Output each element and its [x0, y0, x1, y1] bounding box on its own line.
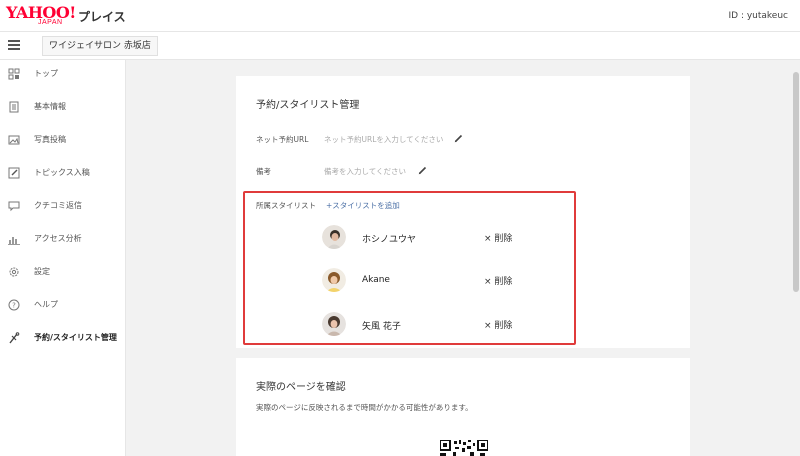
- sidebar-item-label: トップ: [34, 69, 58, 78]
- photo-icon: [8, 135, 20, 145]
- store-selector[interactable]: ワイジェイサロン 赤坂店: [42, 36, 158, 56]
- sidebar-item-label: 予約/スタイリスト管理: [34, 333, 117, 342]
- hamburger-icon[interactable]: [8, 40, 20, 50]
- sidebar: トップ 基本情報 写真投稿 トピックス入稿 クチコミ返信 アクセス分析 設定 ?…: [0, 60, 126, 456]
- bar-chart-icon: [8, 237, 20, 245]
- sidebar-item-label: クチコミ返信: [34, 201, 82, 210]
- sidebar-item-label: 設定: [34, 267, 50, 276]
- preview-title: 実際のページを確認: [256, 382, 346, 393]
- stylist-row: 矢風 花子 × 削除: [322, 312, 552, 342]
- chat-icon: [8, 201, 20, 212]
- stylist-name: Akane: [362, 275, 390, 285]
- svg-text:?: ?: [12, 302, 16, 310]
- sidebar-item-label: 基本情報: [34, 102, 66, 111]
- logo-japan-text: JAPAN: [38, 19, 63, 26]
- scissors-icon: [9, 332, 20, 344]
- sidebar-item-label: アクセス分析: [34, 234, 82, 243]
- sidebar-item-help[interactable]: ? ヘルプ: [0, 295, 126, 315]
- stylist-row: Akane × 削除: [322, 268, 552, 298]
- sidebar-item-label: ヘルプ: [34, 300, 58, 309]
- stylist-row: ホシノユウヤ × 削除: [322, 225, 552, 255]
- avatar: [322, 312, 346, 336]
- notes-field[interactable]: 備考を入力してください: [324, 166, 406, 177]
- logo-product-text: プレイス: [78, 10, 126, 24]
- reservation-url-label: ネット予約URL: [256, 135, 309, 144]
- sidebar-item-analytics[interactable]: アクセス分析: [0, 229, 126, 249]
- sidebar-item-label: トピックス入稿: [34, 168, 90, 177]
- avatar: [322, 225, 346, 249]
- dashboard-icon: [8, 68, 20, 80]
- edit-pencil-icon[interactable]: [418, 166, 427, 175]
- sidebar-item-topics[interactable]: トピックス入稿: [0, 163, 126, 183]
- sidebar-item-top[interactable]: トップ: [0, 64, 126, 84]
- stylist-name: 矢風 花子: [362, 322, 401, 332]
- edit-pencil-icon[interactable]: [454, 134, 463, 143]
- sidebar-item-basic-info[interactable]: 基本情報: [0, 97, 126, 117]
- sidebar-item-reviews[interactable]: クチコミ返信: [0, 196, 126, 216]
- notes-label: 備考: [256, 167, 271, 176]
- page-title: 予約/スタイリスト管理: [256, 100, 360, 111]
- sidebar-item-photo[interactable]: 写真投稿: [0, 130, 126, 150]
- delete-stylist-button[interactable]: × 削除: [484, 231, 512, 244]
- avatar: [322, 268, 346, 292]
- pencil-icon: [8, 167, 20, 179]
- yahoo-place-logo[interactable]: YAHOO! JAPAN プレイス: [6, 4, 126, 30]
- reservation-url-field[interactable]: ネット予約URLを入力してください: [324, 134, 443, 145]
- help-icon: ?: [8, 299, 20, 311]
- store-bar: ワイジェイサロン 赤坂店: [0, 32, 800, 60]
- sidebar-item-settings[interactable]: 設定: [0, 262, 126, 282]
- preview-note: 実際のページに反映されるまで時間がかかる可能性があります。: [256, 403, 473, 412]
- top-header: YAHOO! JAPAN プレイス ID : yutakeuc: [0, 0, 800, 32]
- scrollbar-thumb[interactable]: [793, 72, 799, 292]
- stylist-name: ホシノユウヤ: [362, 235, 417, 245]
- qr-code-icon: [440, 440, 488, 456]
- document-icon: [9, 101, 19, 113]
- delete-stylist-button[interactable]: × 削除: [484, 274, 512, 287]
- delete-stylist-button[interactable]: × 削除: [484, 318, 512, 331]
- user-id-label: ID : yutakeuc: [728, 11, 789, 21]
- page-preview-card: 実際のページを確認 実際のページに反映されるまで時間がかかる可能性があります。: [236, 358, 690, 456]
- sidebar-item-label: 写真投稿: [34, 135, 66, 144]
- gear-icon: [9, 267, 19, 277]
- sidebar-item-reservation[interactable]: 予約/スタイリスト管理: [0, 328, 126, 348]
